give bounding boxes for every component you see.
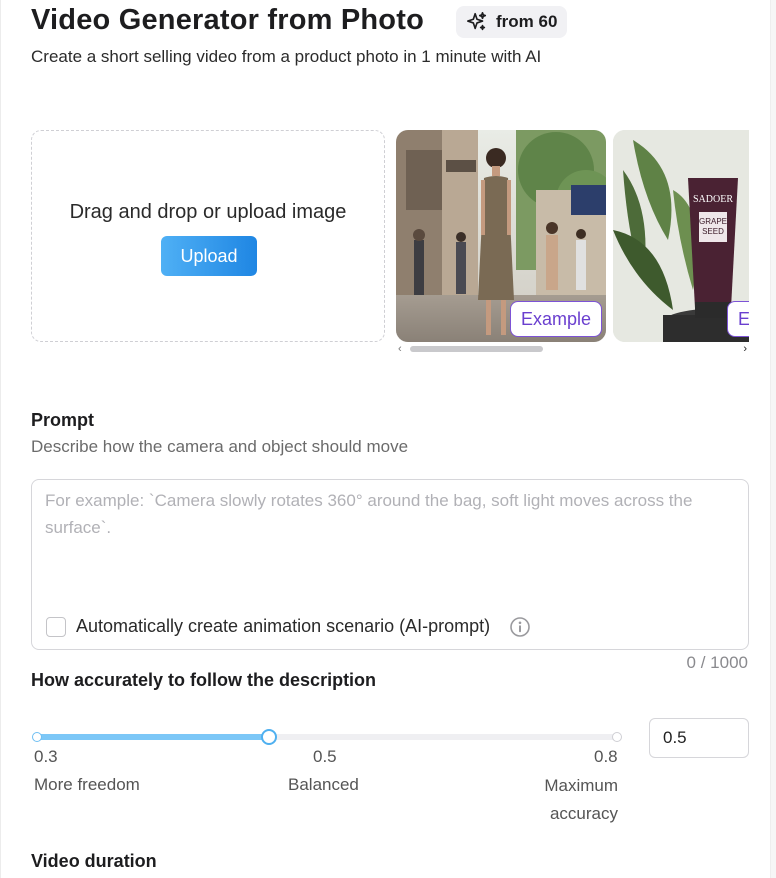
slider-caption-balanced: Balanced (288, 775, 359, 794)
prompt-label: Prompt (31, 410, 94, 430)
ai-prompt-checkbox[interactable] (46, 617, 66, 637)
slider-dot-max[interactable] (612, 732, 622, 742)
prompt-textarea[interactable] (45, 487, 735, 587)
slider-tick-min: 0.3 (34, 747, 58, 766)
example-badge[interactable]: Example (509, 301, 602, 337)
slider-caption-freedom: More freedom (34, 775, 140, 794)
carousel-scroll-thumb[interactable] (410, 346, 543, 352)
cream-product-line-2: SEED (702, 227, 724, 236)
page-title: Video Generator from Photo (31, 4, 424, 36)
chevron-left-icon[interactable]: ‹ (398, 343, 402, 355)
sparkle-icon (467, 12, 487, 31)
accuracy-label: How accurately to follow the description (31, 670, 377, 690)
info-icon[interactable] (509, 616, 531, 638)
slider-thumb[interactable] (261, 729, 277, 745)
prompt-char-counter: 0 / 1000 (686, 653, 748, 672)
chevron-right-icon[interactable]: › (743, 343, 747, 355)
page-left-border (0, 0, 1, 878)
dropzone-text: Drag and drop or upload image (69, 201, 347, 223)
upload-button[interactable]: Upload (161, 236, 257, 276)
examples-carousel: Example SADOER GRAPE SEED E (396, 130, 749, 342)
slider-tick-max: 0.8 (594, 747, 618, 766)
image-dropzone[interactable]: Drag and drop or upload image Upload (31, 130, 385, 342)
prompt-hint: Describe how the camera and object shoul… (31, 437, 409, 456)
slider-tick-mid: 0.5 (313, 747, 337, 766)
accuracy-value-input[interactable] (649, 718, 749, 758)
example-card-dress[interactable]: Example (396, 130, 606, 342)
example-card-cream[interactable]: SADOER GRAPE SEED E (613, 130, 749, 342)
page-scrollbar[interactable] (770, 0, 776, 878)
cost-badge-label: from 60 (496, 12, 558, 31)
ai-prompt-label[interactable]: Automatically create animation scenario … (76, 616, 490, 637)
slider-fill (37, 734, 269, 740)
cost-badge: from 60 (456, 6, 568, 38)
cream-brand-text: SADOER (693, 194, 733, 205)
prompt-field: Automatically create animation scenario … (31, 479, 749, 650)
slider-caption-accuracy: Maximum accuracy (544, 776, 618, 823)
example-badge[interactable]: E (727, 301, 749, 337)
cream-product-line-1: GRAPE (699, 217, 727, 226)
page-subtitle: Create a short selling video from a prod… (31, 47, 542, 66)
slider-dot-min[interactable] (32, 732, 42, 742)
duration-label: Video duration (31, 851, 157, 871)
carousel-scrollbar[interactable]: ‹ › (396, 342, 749, 356)
